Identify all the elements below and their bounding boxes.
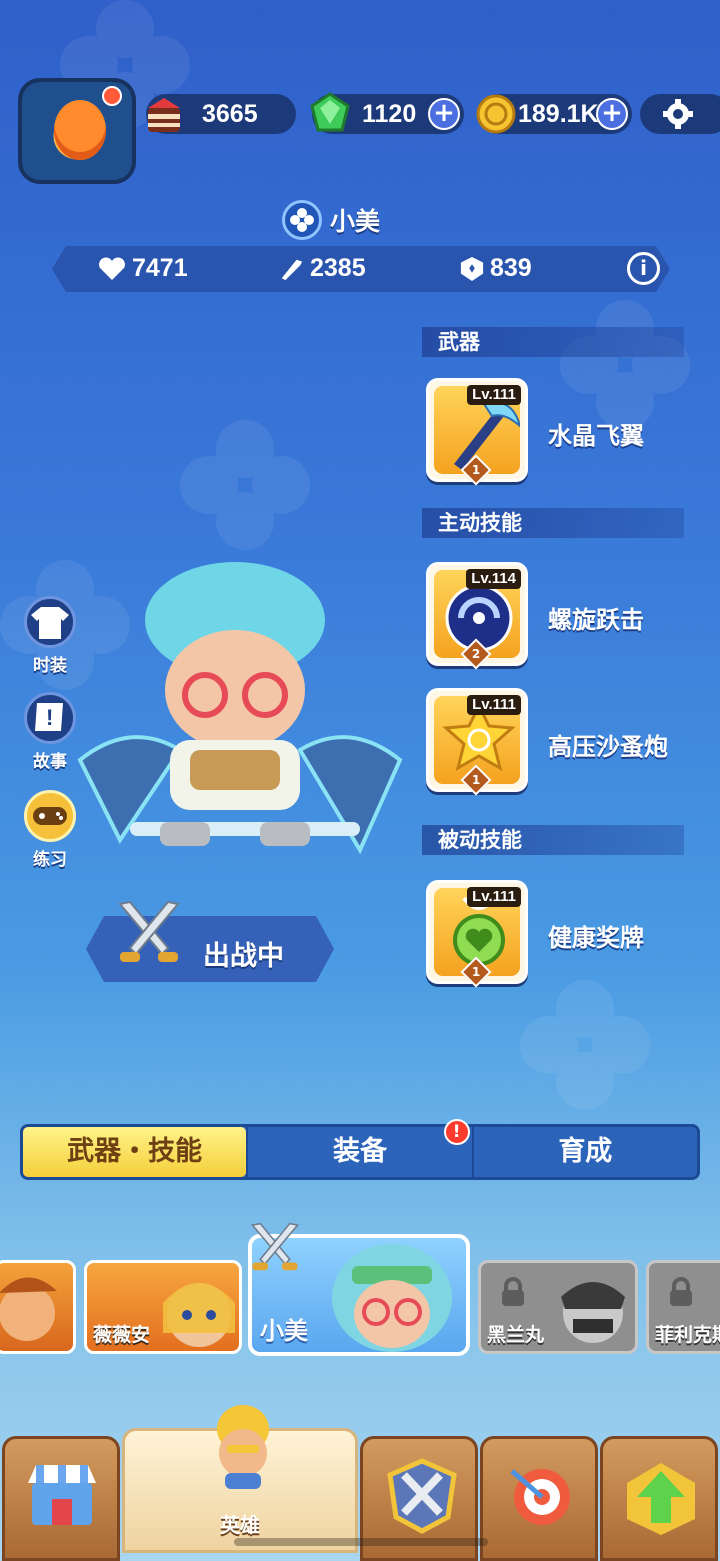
battle-icon — [387, 1458, 457, 1534]
armor-stat: 839 — [460, 254, 532, 283]
player-avatar[interactable] — [18, 78, 136, 184]
gem-count: 1120 — [362, 99, 417, 128]
active-skill-slot-2[interactable]: Lv.111 1 — [426, 688, 528, 796]
alert-badge: ! — [443, 1119, 470, 1145]
cake-counter[interactable]: 3665 — [146, 94, 296, 134]
passive-skill-name: 健康奖牌 — [548, 924, 644, 952]
coin-count: 189.1K — [518, 99, 599, 128]
avatar-face — [54, 100, 106, 160]
nav-hero-label: 英雄 — [220, 1513, 260, 1537]
hero-card-name: 薇薇安 — [93, 1324, 151, 1346]
hero-class-icon — [282, 200, 322, 240]
nav-target[interactable] — [480, 1436, 598, 1561]
passive-skill-slot[interactable]: Lv.111 1 — [426, 880, 528, 988]
weapon-slot[interactable]: Lv.111 1 — [426, 378, 528, 486]
hero-card[interactable]: 薇薇安 — [84, 1260, 242, 1354]
cake-count: 3665 — [202, 99, 258, 128]
hero-card[interactable] — [0, 1260, 76, 1354]
attack-stat: 2385 — [278, 254, 366, 283]
tab-equipment[interactable]: 装备! — [246, 1119, 471, 1177]
gear-icon — [663, 99, 693, 129]
shop-icon — [28, 1465, 96, 1525]
heart-icon — [99, 257, 125, 280]
crossed-swords-icon — [118, 900, 180, 962]
gem-icon — [310, 92, 350, 132]
background-flower — [560, 300, 690, 430]
nav-shop[interactable] — [2, 1436, 120, 1561]
hero-name: 小美 — [330, 207, 381, 236]
attack-value: 2385 — [310, 254, 366, 282]
svg-text:!: ! — [46, 705, 53, 730]
passive-skill-section-label: 被动技能 — [422, 825, 684, 855]
add-gems-button[interactable]: + — [428, 98, 460, 130]
settings-button[interactable] — [640, 94, 720, 134]
hero-card-locked[interactable]: 菲利克斯 — [646, 1260, 720, 1354]
background-flower — [180, 420, 310, 550]
hero-card-locked[interactable]: 黑兰丸 — [478, 1260, 638, 1354]
coin-counter[interactable]: 189.1K + — [476, 94, 632, 134]
home-indicator — [234, 1538, 488, 1546]
nav-hero[interactable]: 英雄 — [122, 1405, 358, 1553]
hero-icon — [217, 1405, 269, 1489]
skill-level: Lv.114 — [466, 569, 521, 589]
active-skill-name-2: 高压沙蚤炮 — [548, 733, 668, 761]
add-coins-button[interactable]: + — [596, 98, 628, 130]
hero-card-name: 黑兰丸 — [487, 1324, 545, 1346]
notification-dot — [102, 86, 122, 106]
active-skill-section-label: 主动技能 — [422, 508, 684, 538]
coin-icon — [476, 94, 516, 134]
active-skill-slot-1[interactable]: Lv.114 2 — [426, 562, 528, 670]
hero-portrait — [0, 1277, 57, 1341]
hero-card-name: 小美 — [260, 1317, 308, 1345]
hero-card-name: 菲利克斯 — [655, 1324, 720, 1346]
target-icon — [510, 1469, 570, 1525]
info-button[interactable]: i — [627, 252, 660, 285]
shield-icon — [460, 256, 484, 281]
nav-upgrade[interactable] — [600, 1436, 718, 1561]
sword-icon — [281, 259, 303, 280]
selected-swords-icon — [251, 1222, 299, 1271]
weapon-level: Lv.111 — [467, 385, 521, 405]
background-flower — [520, 980, 650, 1110]
tab-training[interactable]: 育成 — [471, 1127, 697, 1177]
weapon-name: 水晶飞翼 — [548, 422, 644, 450]
in-battle-label: 出战中 — [203, 941, 284, 972]
health-stat: 7471 — [98, 254, 188, 283]
active-skill-name-1: 螺旋跃击 — [548, 606, 644, 634]
skill-level: Lv.111 — [467, 695, 521, 715]
loadout-tabs: 武器・技能 装备! 育成 — [20, 1119, 700, 1180]
hero-title: 小美 — [282, 200, 380, 240]
tab-weapons-skills[interactable]: 武器・技能 — [23, 1127, 247, 1177]
weapon-section-label: 武器 — [422, 327, 684, 357]
health-value: 7471 — [132, 254, 188, 282]
gem-counter[interactable]: 1120 + — [310, 92, 464, 134]
lock-icon — [670, 1277, 692, 1306]
hero-character-model — [77, 562, 403, 855]
skill-level: Lv.111 — [467, 887, 521, 907]
cake-icon — [148, 98, 180, 132]
armor-value: 839 — [490, 254, 532, 282]
upgrade-arrow-icon — [627, 1463, 695, 1535]
